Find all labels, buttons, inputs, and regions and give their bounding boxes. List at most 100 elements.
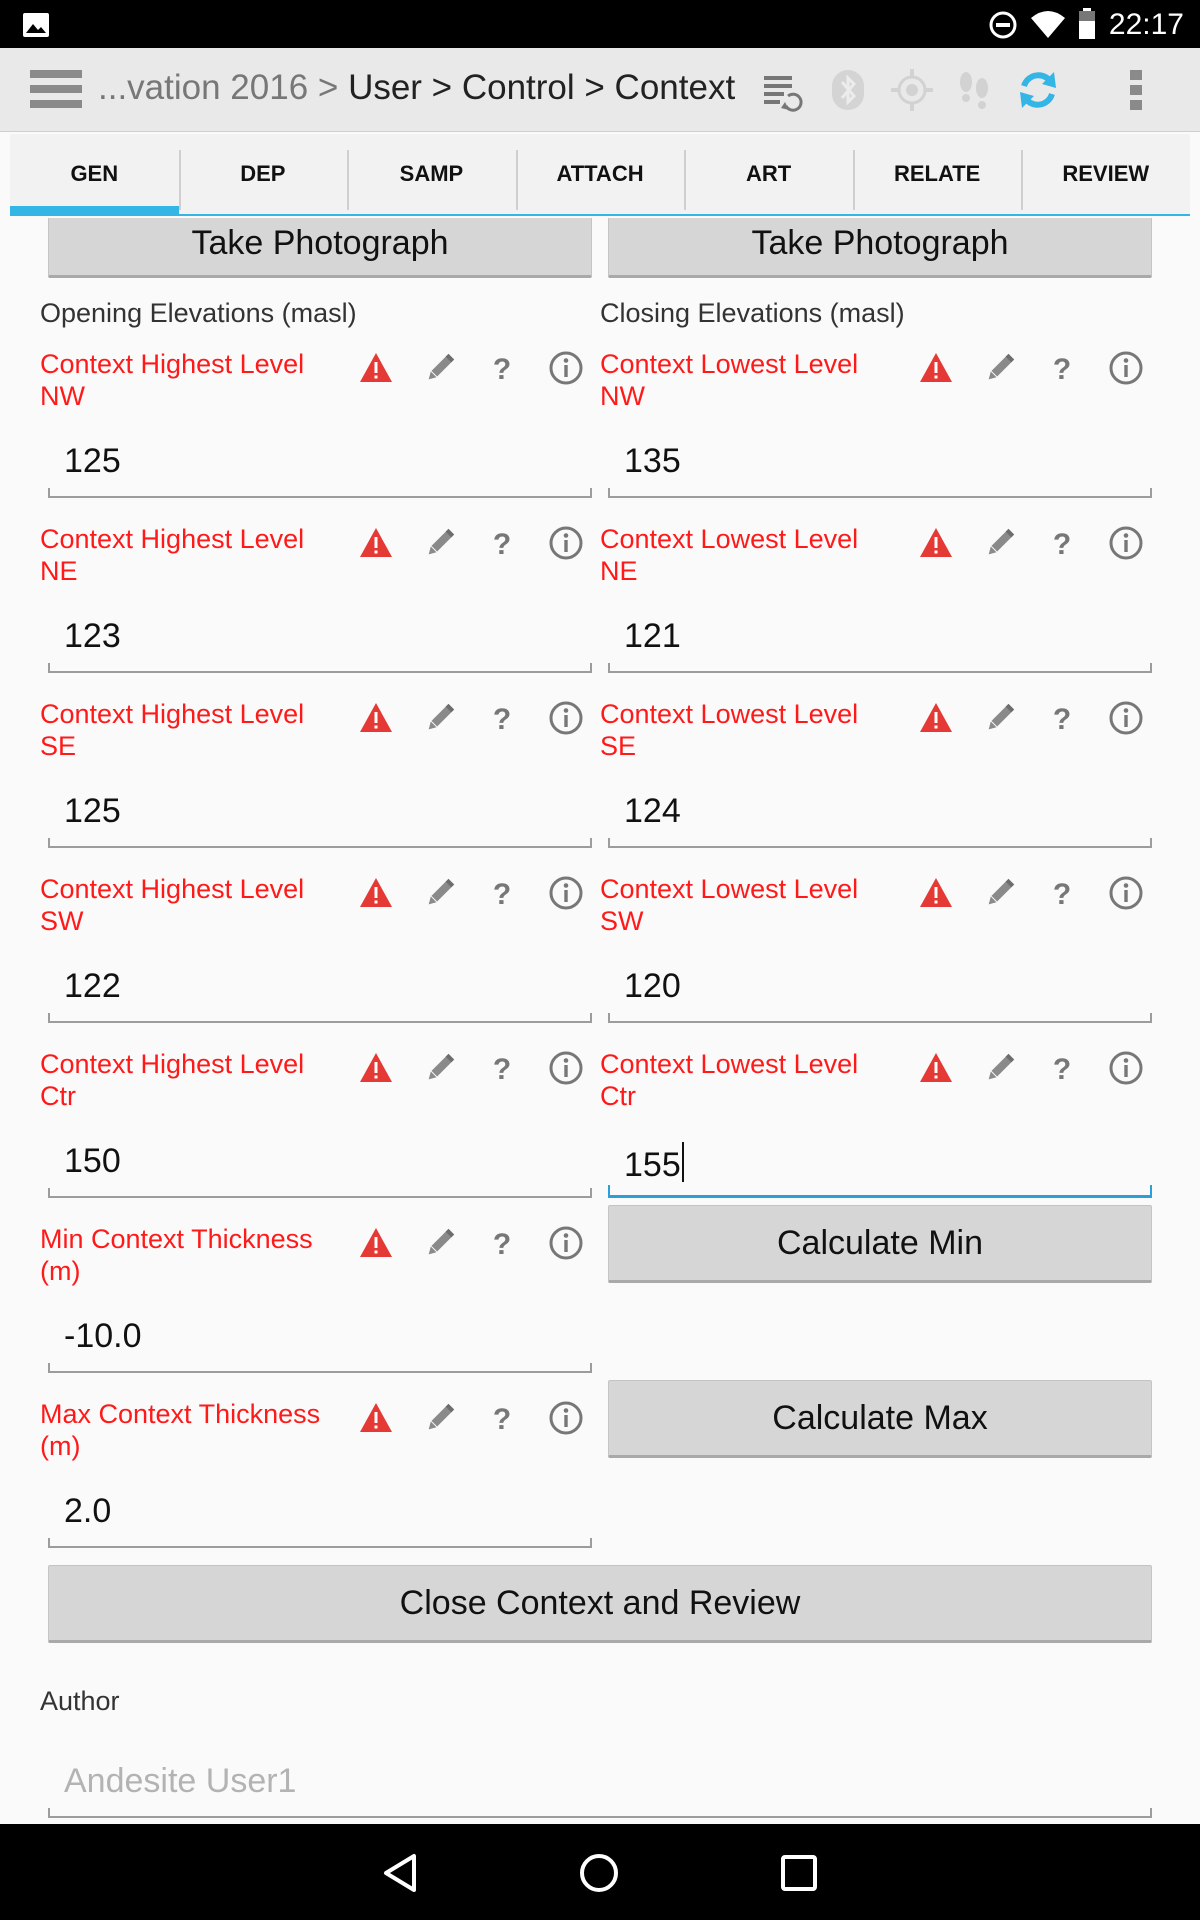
min-thickness-input[interactable]: -10.0 <box>48 1303 592 1373</box>
lowest-level-ctr-value: 155 <box>624 1142 684 1185</box>
info-icon[interactable] <box>1108 875 1144 911</box>
sync-settings-icon[interactable] <box>758 66 806 114</box>
home-icon[interactable] <box>578 1852 620 1894</box>
form-content: Take Photograph Take Photograph Opening … <box>0 218 1200 1824</box>
navigation-bar <box>0 1824 1200 1920</box>
tab-review[interactable]: REVIEW <box>1021 134 1190 214</box>
sync-icon[interactable] <box>1014 66 1062 114</box>
min-thickness-label: Min Context Thickness (m) <box>40 1224 313 1286</box>
calculate-min-button[interactable]: Calculate Min <box>608 1205 1152 1283</box>
breadcrumb-path: User > Control > Context <box>348 68 736 107</box>
info-icon[interactable] <box>548 350 584 386</box>
info-icon[interactable] <box>548 1400 584 1436</box>
lowest-level-ctr-input[interactable]: 155 <box>608 1128 1152 1198</box>
highest-level-ne-input[interactable]: 123 <box>48 603 592 673</box>
lowest-level-nw-value: 135 <box>624 442 681 480</box>
max-thickness-input[interactable]: 2.0 <box>48 1478 592 1548</box>
tab-dep[interactable]: DEP <box>178 134 348 214</box>
lowest-level-ctr-label: Context Lowest Level Ctr <box>600 1049 859 1111</box>
info-icon[interactable] <box>1108 700 1144 736</box>
svg-text:?: ? <box>493 1053 511 1086</box>
close-context-review-button[interactable]: Close Context and Review <box>48 1565 1152 1643</box>
pencil-icon[interactable] <box>422 1225 458 1261</box>
menu-icon[interactable] <box>30 70 82 110</box>
author-field[interactable]: Andesite User1 <box>48 1748 1152 1818</box>
pencil-icon[interactable] <box>422 875 458 911</box>
highest-level-se-label: Context Highest Level SE <box>40 699 305 761</box>
clock: 22:17 <box>1108 8 1184 41</box>
highest-level-sw-input[interactable]: 122 <box>48 953 592 1023</box>
overflow-menu-icon[interactable] <box>1112 66 1160 114</box>
svg-text:?: ? <box>1053 703 1071 736</box>
highest-level-nw-label: Context Highest Level NW <box>40 349 305 411</box>
question-icon[interactable]: ? <box>484 875 520 911</box>
info-icon[interactable] <box>548 1050 584 1086</box>
info-icon[interactable] <box>1108 1050 1144 1086</box>
highest-level-sw-value: 122 <box>64 967 121 1005</box>
pencil-icon[interactable] <box>982 875 1018 911</box>
highest-level-ctr-input[interactable]: 150 <box>48 1128 592 1198</box>
question-icon[interactable]: ? <box>1044 700 1080 736</box>
question-icon[interactable]: ? <box>484 350 520 386</box>
question-icon[interactable]: ? <box>484 1050 520 1086</box>
info-icon[interactable] <box>548 700 584 736</box>
highest-level-nw-input[interactable]: 125 <box>48 428 592 498</box>
svg-text:?: ? <box>493 353 511 386</box>
max-thickness-label: Max Context Thickness (m) <box>40 1399 321 1461</box>
highest-level-ne-value: 123 <box>64 617 121 655</box>
pencil-icon[interactable] <box>982 700 1018 736</box>
status-bar: 22:17 <box>0 0 1200 48</box>
question-icon[interactable]: ? <box>484 1225 520 1261</box>
question-icon[interactable]: ? <box>1044 525 1080 561</box>
tab-samp[interactable]: SAMP <box>347 134 516 214</box>
pencil-icon[interactable] <box>422 1050 458 1086</box>
back-icon[interactable] <box>380 1852 422 1894</box>
question-icon[interactable]: ? <box>1044 1050 1080 1086</box>
pencil-icon[interactable] <box>422 350 458 386</box>
lowest-level-se-input[interactable]: 124 <box>608 778 1152 848</box>
lowest-level-ne-input[interactable]: 121 <box>608 603 1152 673</box>
take-photograph-button-left[interactable]: Take Photograph <box>48 218 592 278</box>
tracker-footprints-icon[interactable] <box>950 66 998 114</box>
lowest-level-sw-input[interactable]: 120 <box>608 953 1152 1023</box>
take-photograph-button-right[interactable]: Take Photograph <box>608 218 1152 278</box>
info-icon[interactable] <box>1108 525 1144 561</box>
question-icon[interactable]: ? <box>1044 350 1080 386</box>
question-icon[interactable]: ? <box>1044 875 1080 911</box>
svg-text:?: ? <box>493 878 511 911</box>
lowest-level-nw-label: Context Lowest Level NW <box>600 349 859 411</box>
info-icon[interactable] <box>548 1225 584 1261</box>
question-icon[interactable]: ? <box>484 700 520 736</box>
info-icon[interactable] <box>1108 350 1144 386</box>
pencil-icon[interactable] <box>422 700 458 736</box>
svg-text:?: ? <box>493 703 511 736</box>
tab-art[interactable]: ART <box>684 134 853 214</box>
pencil-icon[interactable] <box>982 525 1018 561</box>
opening-elevations-heading: Opening Elevations (masl) <box>40 298 357 328</box>
lowest-level-nw-input[interactable]: 135 <box>608 428 1152 498</box>
breadcrumb-prefix: ...vation 2016 > <box>98 68 339 107</box>
pencil-icon[interactable] <box>422 525 458 561</box>
info-icon[interactable] <box>548 875 584 911</box>
highest-level-ctr-value: 150 <box>64 1142 121 1180</box>
bluetooth-icon[interactable] <box>824 66 872 114</box>
question-icon[interactable]: ? <box>484 1400 520 1436</box>
warning-icon <box>920 353 952 382</box>
pencil-icon[interactable] <box>982 1050 1018 1086</box>
tab-attach[interactable]: ATTACH <box>515 134 685 214</box>
tab-gen[interactable]: GEN <box>10 134 179 216</box>
author-placeholder: Andesite User1 <box>64 1762 297 1800</box>
warning-icon <box>360 528 392 557</box>
highest-level-sw-label: Context Highest Level SW <box>40 874 305 936</box>
pencil-icon[interactable] <box>982 350 1018 386</box>
recents-icon[interactable] <box>778 1852 820 1894</box>
info-icon[interactable] <box>548 525 584 561</box>
gps-icon[interactable] <box>888 66 936 114</box>
calculate-max-button[interactable]: Calculate Max <box>608 1380 1152 1458</box>
tab-relate[interactable]: RELATE <box>852 134 1022 214</box>
pencil-icon[interactable] <box>422 1400 458 1436</box>
question-icon[interactable]: ? <box>484 525 520 561</box>
warning-icon <box>360 878 392 907</box>
warning-icon <box>360 1228 392 1257</box>
highest-level-se-input[interactable]: 125 <box>48 778 592 848</box>
